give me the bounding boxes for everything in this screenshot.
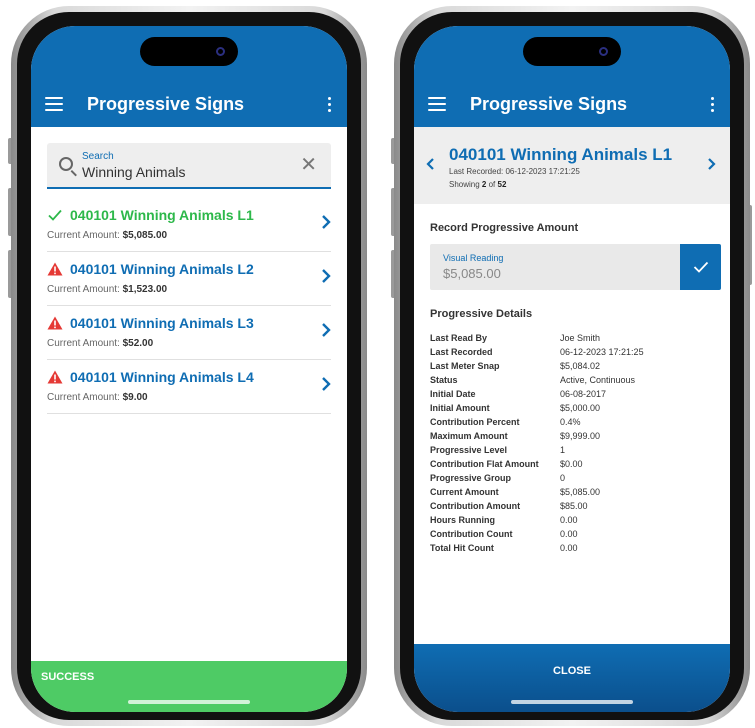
visual-reading-field[interactable]: Visual Reading $5,085.00 bbox=[430, 244, 680, 290]
menu-icon[interactable] bbox=[428, 97, 446, 111]
detail-row: Hours Running 0.00 bbox=[430, 515, 578, 525]
app-bar: Progressive Signs bbox=[414, 81, 730, 127]
detail-row: Status Active, Continuous bbox=[430, 375, 636, 385]
dynamic-island bbox=[523, 37, 621, 66]
record-navigator: 040101 Winning Animals L1 Last Recorded:… bbox=[414, 127, 730, 204]
list-screen: Progressive Signs Search Winning Animals… bbox=[31, 26, 347, 712]
list-item[interactable]: 040101 Winning Animals L1 Current Amount… bbox=[47, 198, 331, 252]
app-title: Progressive Signs bbox=[87, 93, 245, 114]
detail-row: Maximum Amount $9,999.00 bbox=[430, 431, 601, 441]
status-area bbox=[414, 26, 730, 81]
progressive-list: 040101 Winning Animals L1 Current Amount… bbox=[47, 198, 331, 414]
detail-row: Initial Amount $5,000.00 bbox=[430, 403, 601, 413]
warning-icon bbox=[47, 261, 63, 277]
item-amount: Current Amount: $52.00 bbox=[47, 338, 154, 349]
chevron-right-icon[interactable] bbox=[321, 268, 331, 284]
camera-icon bbox=[599, 47, 608, 56]
app-title: Progressive Signs bbox=[470, 93, 628, 114]
detail-row: Progressive Level 1 bbox=[430, 445, 566, 455]
search-label: Search bbox=[82, 151, 114, 162]
search-input[interactable]: Winning Animals bbox=[82, 164, 186, 180]
success-snackbar: SUCCESS bbox=[31, 661, 347, 712]
details-section-title: Progressive Details bbox=[430, 308, 533, 320]
chevron-left-icon[interactable] bbox=[426, 157, 435, 171]
more-options-icon[interactable] bbox=[328, 96, 331, 112]
progressive-details: Last Read By Joe Smith Last Recorded 06-12… bbox=[430, 331, 644, 555]
detail-screen: Progressive Signs 040101 Winning Animals… bbox=[414, 26, 730, 712]
chevron-right-icon[interactable] bbox=[321, 376, 331, 392]
status-area bbox=[31, 26, 347, 81]
detail-row: Contribution Flat Amount $0.00 bbox=[430, 459, 583, 469]
chevron-right-icon[interactable] bbox=[321, 214, 331, 230]
chevron-right-icon[interactable] bbox=[707, 157, 716, 171]
home-indicator[interactable] bbox=[128, 700, 250, 704]
item-title: 040101 Winning Animals L1 bbox=[70, 207, 254, 223]
record-section-title: Record Progressive Amount bbox=[430, 222, 579, 234]
detail-row: Contribution Amount $85.00 bbox=[430, 501, 588, 511]
more-options-icon[interactable] bbox=[711, 96, 714, 112]
item-title: 040101 Winning Animals L4 bbox=[70, 369, 254, 385]
record-title: 040101 Winning Animals L1 bbox=[449, 145, 673, 164]
list-item[interactable]: 040101 Winning Animals L4 Current Amount… bbox=[47, 360, 331, 414]
phone-bezel: Progressive Signs 040101 Winning Animals… bbox=[400, 12, 744, 720]
detail-row: Initial Date 06-08-2017 bbox=[430, 389, 607, 399]
home-indicator[interactable] bbox=[511, 700, 633, 704]
menu-icon[interactable] bbox=[45, 97, 63, 111]
visual-reading-input[interactable]: $5,085.00 bbox=[443, 266, 501, 281]
camera-icon bbox=[216, 47, 225, 56]
warning-icon bbox=[47, 315, 63, 331]
item-title: 040101 Winning Animals L2 bbox=[70, 261, 254, 277]
check-icon bbox=[47, 207, 63, 223]
item-amount: Current Amount: $1,523.00 bbox=[47, 284, 168, 295]
chevron-right-icon[interactable] bbox=[321, 322, 331, 338]
item-title: 040101 Winning Animals L3 bbox=[70, 315, 254, 331]
detail-row: Total Hit Count 0.00 bbox=[430, 543, 578, 553]
search-icon bbox=[59, 157, 73, 171]
app-bar: Progressive Signs bbox=[31, 81, 347, 127]
search-field[interactable]: Search Winning Animals ✕ bbox=[47, 143, 331, 189]
list-item[interactable]: 040101 Winning Animals L2 Current Amount… bbox=[47, 252, 331, 306]
item-amount: Current Amount: $9.00 bbox=[47, 392, 148, 403]
detail-row: Contribution Count 0.00 bbox=[430, 529, 578, 539]
last-recorded: Last Recorded: 06-12-2023 17:21:25 bbox=[449, 167, 580, 176]
detail-row: Last Read By Joe Smith bbox=[430, 333, 601, 343]
dynamic-island bbox=[140, 37, 238, 66]
visual-reading-label: Visual Reading bbox=[443, 253, 504, 263]
list-item[interactable]: 040101 Winning Animals L3 Current Amount… bbox=[47, 306, 331, 360]
submit-reading-button[interactable] bbox=[680, 244, 721, 290]
phone-frame-detail: Progressive Signs 040101 Winning Animals… bbox=[394, 6, 750, 726]
detail-row: Last Meter Snap $5,084.02 bbox=[430, 361, 601, 371]
warning-icon bbox=[47, 369, 63, 385]
detail-row: Contribution Percent 0.4% bbox=[430, 417, 581, 427]
clear-icon[interactable]: ✕ bbox=[300, 155, 317, 175]
phone-bezel: Progressive Signs Search Winning Animals… bbox=[17, 12, 361, 720]
detail-row: Current Amount $5,085.00 bbox=[430, 487, 601, 497]
detail-row: Last Recorded 06-12-2023 17:21:25 bbox=[430, 347, 644, 357]
record-position: Showing 2 of 52 bbox=[449, 180, 507, 189]
check-icon bbox=[693, 261, 708, 273]
item-amount: Current Amount: $5,085.00 bbox=[47, 230, 168, 241]
detail-row: Progressive Group 0 bbox=[430, 473, 566, 483]
phone-frame-list: Progressive Signs Search Winning Animals… bbox=[11, 6, 367, 726]
